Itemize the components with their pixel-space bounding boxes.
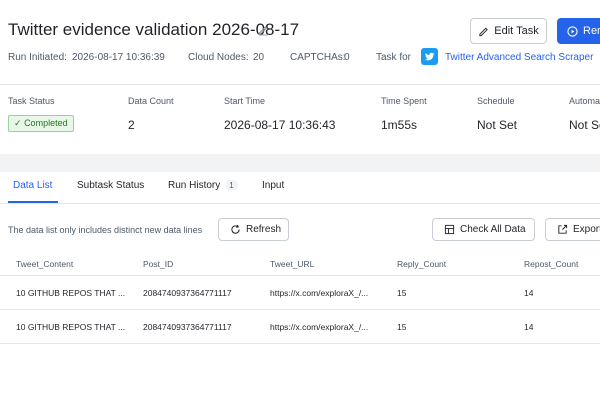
- column-header[interactable]: Tweet_Content: [16, 259, 73, 269]
- stat-data-count: Data Count 2: [128, 96, 174, 132]
- table-row[interactable]: 10 GITHUB REPOS THAT ... 208474093736477…: [0, 276, 600, 310]
- cloud-nodes-value: 20: [253, 52, 265, 63]
- page-title: Twitter evidence validation 2026-08-17: [8, 20, 300, 39]
- captchas-label: CAPTCHAs:: [290, 52, 346, 63]
- schedule-value: Not Set: [477, 118, 518, 132]
- tab-input[interactable]: Input: [262, 180, 284, 191]
- table-cell: 14: [524, 288, 534, 298]
- check-all-data-button[interactable]: Check All Data: [432, 218, 535, 241]
- tab-label: Data List: [13, 180, 53, 191]
- pencil-icon: [479, 27, 489, 36]
- tab-data-list[interactable]: Data List: [13, 180, 52, 191]
- time-spent-label: Time Spent: [381, 96, 427, 106]
- data-list-toolbar: The data list only includes distinct new…: [0, 218, 600, 244]
- stat-time-spent: Time Spent 1m55s: [381, 96, 427, 132]
- table-cell: 10 GITHUB REPOS THAT ...: [16, 288, 126, 298]
- stat-schedule: Schedule Not Set: [477, 96, 517, 132]
- column-header[interactable]: Reply_Count: [397, 259, 446, 269]
- edit-task-label: Edit Task: [494, 25, 539, 37]
- stat-start-time: Start Time 2026-08-17 10:36:43: [224, 96, 335, 132]
- data-table: Tweet_Content Post_ID Tweet_URL Reply_Co…: [0, 255, 600, 344]
- table-header: Tweet_Content Post_ID Tweet_URL Reply_Co…: [0, 255, 600, 276]
- task-header: Twitter evidence validation 2026-08-17 E…: [0, 0, 600, 72]
- twitter-bird-icon: [421, 48, 438, 65]
- task-for-label: Task for: [376, 52, 412, 63]
- tab-bar: Data List Subtask Status Run History 1 I…: [0, 172, 600, 204]
- start-time-label: Start Time: [224, 96, 266, 106]
- status-badge: ✓ Completed: [8, 115, 74, 132]
- tab-subtask-status[interactable]: Subtask Status: [77, 180, 144, 191]
- scraper-link[interactable]: Twitter Advanced Search Scraper: [445, 52, 593, 63]
- check-icon: ✓: [14, 118, 22, 128]
- refresh-icon: [231, 224, 240, 234]
- tab-label: Input: [262, 180, 285, 191]
- rerun-label: Rerun: [583, 25, 600, 37]
- stat-task-status: Task Status ✓ Completed: [8, 96, 74, 132]
- refresh-button[interactable]: Refresh: [218, 218, 289, 241]
- data-count-value: 2: [128, 118, 135, 132]
- check-all-data-label: Check All Data: [460, 224, 526, 235]
- table-cell: 2084740937364771117: [143, 322, 232, 332]
- task-status-label: Task Status: [8, 96, 55, 106]
- automation-label: Automati: [569, 96, 600, 106]
- table-cell: 15: [397, 322, 407, 332]
- export-label: Export: [573, 224, 600, 235]
- stat-automation: Automati Not Se: [569, 96, 600, 132]
- data-count-label: Data Count: [128, 96, 174, 106]
- run-history-count-badge: 1: [225, 180, 238, 191]
- run-initiated-label: Run Initiated:: [8, 52, 67, 63]
- table-cell: 10 GITHUB REPOS THAT ...: [16, 322, 126, 332]
- column-header[interactable]: Post_ID: [143, 259, 173, 269]
- tab-label: Subtask Status: [77, 180, 145, 191]
- column-header[interactable]: Tweet_URL: [270, 259, 314, 269]
- time-spent-value: 1m55s: [381, 118, 418, 132]
- rerun-button[interactable]: Rerun: [557, 18, 600, 44]
- schedule-label: Schedule: [477, 96, 515, 106]
- automation-value: Not Se: [569, 118, 600, 132]
- refresh-label: Refresh: [246, 224, 282, 235]
- table-cell: 2084740937364771117: [143, 288, 232, 298]
- edit-title-pencil-icon[interactable]: [257, 24, 269, 36]
- edit-task-button[interactable]: Edit Task: [470, 18, 547, 44]
- active-tab-indicator: [8, 201, 58, 203]
- table-cell: 14: [524, 322, 534, 332]
- table-icon: [444, 224, 455, 235]
- tab-label: Run History: [168, 180, 221, 191]
- table-cell: https://x.com/exploraX_/...: [270, 322, 369, 332]
- header-divider: [0, 84, 600, 85]
- run-initiated-value: 2026-08-17 10:36:39: [72, 52, 165, 63]
- status-text: Completed: [24, 118, 68, 128]
- table-row[interactable]: 10 GITHUB REPOS THAT ... 208474093736477…: [0, 310, 600, 344]
- data-list-hint: The data list only includes distinct new…: [8, 225, 203, 235]
- table-cell: 15: [397, 288, 407, 298]
- captchas-value: 0: [344, 52, 350, 63]
- play-circle-icon: [567, 25, 578, 37]
- start-time-value: 2026-08-17 10:36:43: [224, 118, 336, 132]
- task-stats: Task Status ✓ Completed Data Count 2 Sta…: [0, 96, 600, 156]
- export-button[interactable]: Export: [545, 218, 600, 241]
- column-header[interactable]: Repost_Count: [524, 259, 578, 269]
- export-icon: [558, 224, 568, 234]
- tab-run-history[interactable]: Run History 1: [168, 180, 238, 191]
- cloud-nodes-label: Cloud Nodes:: [188, 52, 249, 63]
- table-cell: https://x.com/exploraX_/...: [270, 288, 369, 298]
- section-separator: [0, 154, 600, 172]
